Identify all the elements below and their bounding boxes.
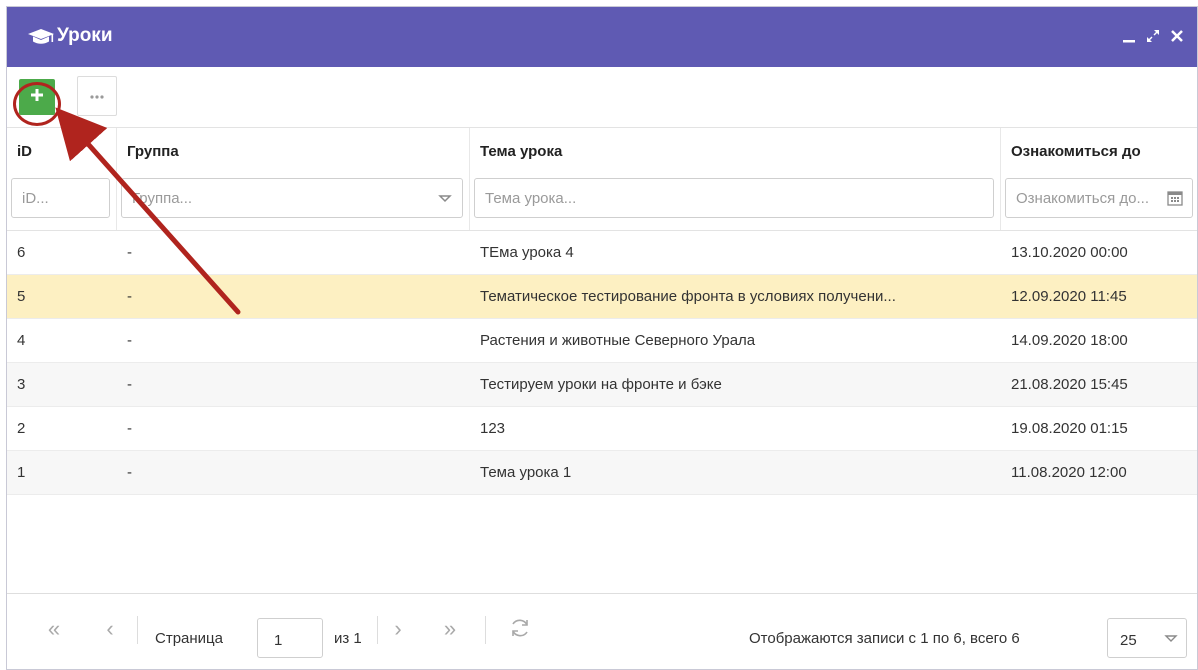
column-due-date[interactable]: Ознакомиться до (1001, 128, 1197, 230)
cell-group: - (127, 288, 132, 305)
id-filter[interactable] (11, 178, 110, 218)
minimize-icon[interactable] (1119, 26, 1139, 46)
group-filter[interactable] (121, 178, 463, 218)
cell-group: - (127, 464, 132, 481)
table-row[interactable]: 1 - Тема урока 1 11.08.2020 12:00 (7, 451, 1197, 495)
dropdown-icon[interactable] (1164, 631, 1178, 645)
column-topic[interactable]: Тема урока (470, 128, 1001, 230)
previous-page-icon[interactable]: ‹ (99, 618, 121, 642)
plus-icon (28, 86, 46, 109)
table-row[interactable]: 2 - 123 19.08.2020 01:15 (7, 407, 1197, 451)
table-row[interactable]: 6 - ТЕма урока 4 13.10.2020 00:00 (7, 231, 1197, 275)
close-icon[interactable] (1167, 26, 1187, 46)
more-actions-button[interactable] (77, 76, 117, 116)
cell-topic: Тестируем уроки на фронте и бэке (480, 376, 722, 393)
cell-due-date: 12.09.2020 11:45 (1011, 288, 1127, 305)
cell-due-date: 19.08.2020 01:15 (1011, 420, 1128, 437)
cell-id: 4 (17, 332, 26, 349)
cell-group: - (127, 420, 132, 437)
column-group[interactable]: Группа (117, 128, 470, 230)
column-header-label: Тема урока (480, 143, 563, 160)
table-row[interactable]: 3 - Тестируем уроки на фронте и бэке 21.… (7, 363, 1197, 407)
window-title-bar: Уроки (7, 7, 1197, 67)
refresh-icon[interactable] (507, 616, 533, 642)
page-size-value: 25 (1120, 632, 1137, 649)
page-size-select[interactable]: 25 (1107, 618, 1187, 658)
table-row-selected[interactable]: 5 - Тематическое тестирование фронта в у… (7, 275, 1197, 319)
pagination-bar: « ‹ Страница 1 из 1 › » Отображаются зап… (7, 593, 1197, 669)
cell-due-date: 13.10.2020 00:00 (1011, 244, 1128, 261)
window-controls (1115, 25, 1187, 47)
cell-id: 1 (17, 464, 26, 481)
cell-id: 3 (17, 376, 26, 393)
column-header-label: iD (17, 143, 32, 160)
window-title: Уроки (57, 25, 113, 46)
due-date-filter[interactable] (1005, 178, 1193, 218)
cell-due-date: 21.08.2020 15:45 (1011, 376, 1128, 393)
page-number-input[interactable]: 1 (257, 618, 323, 658)
page-count: из 1 (334, 630, 362, 647)
cell-due-date: 14.09.2020 18:00 (1011, 332, 1128, 349)
ellipsis-icon (89, 87, 105, 105)
cell-group: - (127, 244, 132, 261)
lessons-window: Уроки iD iD... Группа Группа... Тема уро… (6, 6, 1198, 670)
cell-topic: ТЕма урока 4 (480, 244, 574, 261)
grid-header: iD Группа Тема урока Ознакомиться до (7, 127, 1197, 231)
column-header-label: Группа (127, 143, 179, 160)
add-lesson-button[interactable] (19, 79, 55, 115)
topic-filter-input[interactable] (475, 179, 963, 217)
cell-topic: Тематическое тестирование фронта в услов… (480, 288, 896, 305)
pager-divider (485, 616, 486, 644)
table-row[interactable]: 4 - Растения и животные Северного Урала … (7, 319, 1197, 363)
due-date-filter-input[interactable] (1006, 179, 1162, 217)
cell-topic: Тема урока 1 (480, 464, 572, 481)
group-filter-input[interactable] (122, 179, 432, 217)
cell-id: 2 (17, 420, 26, 437)
maximize-icon[interactable] (1143, 26, 1163, 46)
topic-filter[interactable] (474, 178, 994, 218)
cell-group: - (127, 332, 132, 349)
lessons-grid: 6 - ТЕма урока 4 13.10.2020 00:00 5 - Те… (7, 231, 1197, 597)
column-id[interactable]: iD (7, 128, 117, 230)
cell-id: 6 (17, 244, 26, 261)
first-page-icon[interactable]: « (43, 618, 65, 642)
cell-id: 5 (17, 288, 26, 305)
dropdown-icon[interactable] (436, 189, 454, 207)
id-filter-input[interactable] (12, 179, 79, 217)
pager-divider (377, 616, 378, 644)
calendar-icon[interactable] (1166, 189, 1184, 207)
cell-group: - (127, 376, 132, 393)
cell-topic: 123 (480, 420, 506, 437)
graduation-cap-icon (27, 26, 55, 48)
toolbar (7, 67, 1197, 127)
cell-due-date: 11.08.2020 12:00 (1011, 464, 1127, 481)
pager-divider (137, 616, 138, 644)
records-status: Отображаются записи с 1 по 6, всего 6 (749, 630, 1020, 647)
cell-topic: Растения и животные Северного Урала (480, 332, 756, 349)
page-label: Страница (155, 630, 223, 647)
column-header-label: Ознакомиться до (1011, 143, 1141, 160)
next-page-icon[interactable]: › (387, 618, 409, 642)
last-page-icon[interactable]: » (439, 618, 461, 642)
